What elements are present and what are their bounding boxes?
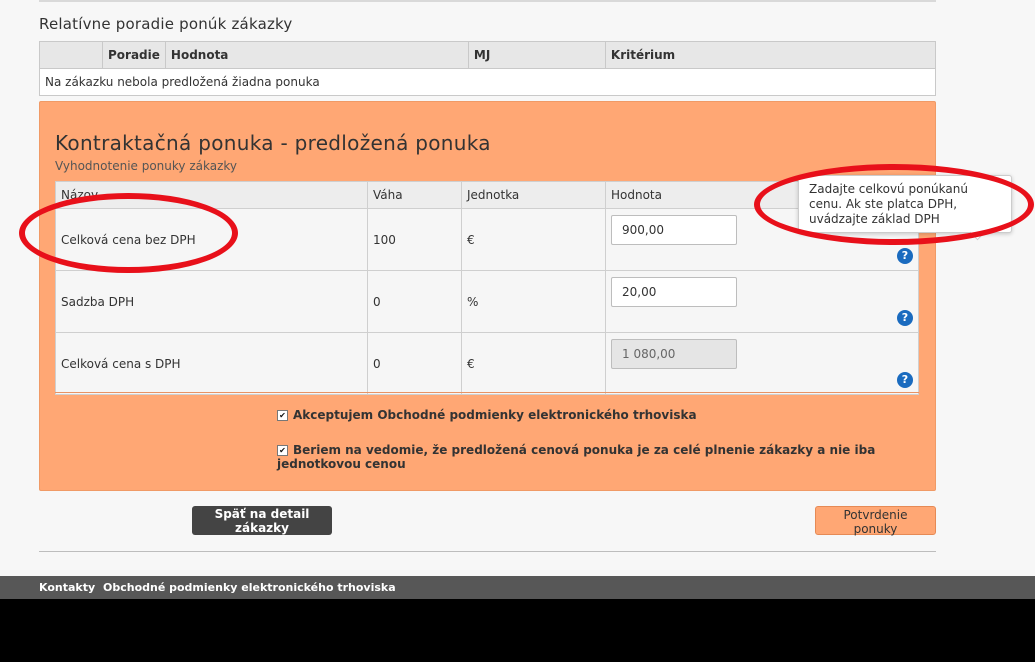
- row-value-cell: ?: [605, 270, 919, 333]
- terms-checkbox[interactable]: ✔: [277, 410, 288, 421]
- offer-evaluation-table: Názov Váha Jednotka Hodnota Celková cena…: [55, 181, 919, 395]
- price-notice-checkbox-row[interactable]: ✔ Beriem na vedomie, že predložená cenová…: [277, 443, 935, 471]
- back-to-order-detail-button[interactable]: Späť na detail zákazky: [192, 506, 332, 535]
- offer-panel: Kontraktačná ponuka - predložená ponuka …: [39, 101, 936, 491]
- row-name: Sadzba DPH: [55, 270, 368, 333]
- terms-checkbox-row[interactable]: ✔ Akceptujem Obchodné podmienky elektroni…: [277, 408, 697, 422]
- empty-message: Na zákazku nebola predložená žiadna ponu…: [39, 68, 936, 96]
- page: Relatívne poradie ponúk zákazky Poradie …: [0, 0, 1035, 576]
- row-value-cell: ?: [605, 332, 919, 395]
- vat-rate-input[interactable]: [611, 277, 737, 307]
- help-icon[interactable]: ?: [897, 310, 913, 326]
- offer-header-row: Názov Váha Jednotka Hodnota: [55, 181, 919, 209]
- table-row: Celková cena bez DPH 100 € ?: [55, 208, 919, 271]
- table-row: Na zákazku nebola predložená žiadna ponu…: [39, 68, 936, 96]
- offer-subtitle: Vyhodnotenie ponuky zákazky: [55, 159, 237, 173]
- row-weight: 0: [367, 332, 462, 395]
- price-with-vat-field: [611, 339, 737, 369]
- price-without-vat-input[interactable]: [611, 215, 737, 245]
- row-name: Celková cena s DPH: [55, 332, 368, 395]
- row-weight: 100: [367, 208, 462, 271]
- relative-col-criterion: Kritérium: [604, 41, 937, 69]
- footer: Kontakty Obchodné podmienky elektronické…: [0, 576, 1035, 599]
- relative-col-rank: Poradie: [102, 41, 166, 69]
- footer-link-terms[interactable]: Obchodné podmienky elektronického trhovi…: [103, 581, 396, 594]
- row-unit: %: [461, 270, 606, 333]
- help-icon[interactable]: ?: [897, 372, 913, 388]
- bottom-divider: [39, 551, 936, 552]
- row-name: Celková cena bez DPH: [55, 208, 368, 271]
- help-icon[interactable]: ?: [897, 248, 913, 264]
- offer-title: Kontraktačná ponuka - predložená ponuka: [55, 131, 491, 155]
- help-tooltip: Zadajte celkovú ponúkanú cenu. Ak ste pl…: [798, 175, 1012, 233]
- confirm-offer-button[interactable]: Potvrdenie ponuky: [815, 506, 936, 536]
- price-notice-checkbox[interactable]: ✔: [277, 445, 288, 456]
- terms-label: Akceptujem Obchodné podmienky elektronic…: [293, 408, 697, 422]
- row-weight: 0: [367, 270, 462, 333]
- table-row: Sadzba DPH 0 % ?: [55, 270, 919, 333]
- footer-link-contacts[interactable]: Kontakty: [39, 581, 95, 594]
- row-unit: €: [461, 332, 606, 395]
- panel-divider: [55, 392, 919, 393]
- offer-col-unit: Jednotka: [461, 181, 606, 209]
- price-notice-label: Beriem na vedomie, že predložená cenová …: [277, 443, 876, 471]
- offer-col-weight: Váha: [367, 181, 462, 209]
- row-unit: €: [461, 208, 606, 271]
- relative-col-value: Hodnota: [164, 41, 469, 69]
- table-row: Celková cena s DPH 0 € ?: [55, 332, 919, 395]
- top-divider: [39, 0, 936, 2]
- relative-ranking-header-row: Poradie Hodnota MJ Kritérium: [39, 41, 937, 69]
- relative-col-unit: MJ: [467, 41, 606, 69]
- relative-ranking-title: Relatívne poradie ponúk zákazky: [39, 15, 293, 33]
- offer-col-name: Názov: [55, 181, 368, 209]
- relative-ranking-table: Poradie Hodnota MJ Kritérium Na zákazku …: [39, 41, 937, 96]
- relative-col-blank: [39, 41, 103, 69]
